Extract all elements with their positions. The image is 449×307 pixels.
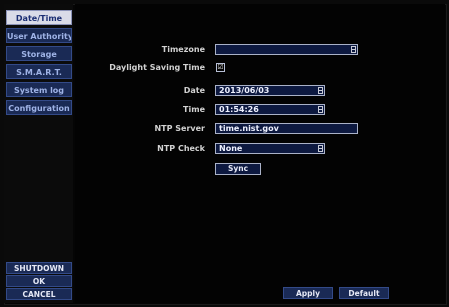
timezone-label: Timezone	[161, 45, 205, 54]
date-field[interactable]: 2013/06/03	[215, 85, 325, 96]
sidebar: Date/Time User Authority Storage S.M.A.R…	[4, 4, 73, 303]
time-field[interactable]: 01:54:26	[215, 104, 325, 115]
time-value: 01:54:26	[219, 105, 259, 114]
ntp-check-value: None	[219, 144, 243, 153]
tab-system-log[interactable]: System log	[6, 82, 72, 97]
tab-storage[interactable]: Storage	[6, 46, 72, 61]
stepper-icon	[318, 87, 323, 94]
dst-checkbox[interactable]: ☑	[216, 63, 225, 72]
ok-button[interactable]: OK	[6, 275, 72, 287]
timezone-select[interactable]	[215, 44, 358, 55]
tab-user-authority[interactable]: User Authority	[6, 28, 72, 43]
dst-label: Daylight Saving Time	[109, 63, 205, 72]
stepper-icon	[318, 106, 323, 113]
tab-smart[interactable]: S.M.A.R.T.	[6, 64, 72, 79]
tab-date-time[interactable]: Date/Time	[6, 10, 72, 25]
time-label: Time	[183, 105, 205, 114]
dropdown-arrow-icon	[318, 145, 323, 152]
date-time-panel: Timezone Daylight Saving Time ☑ Date 201…	[75, 4, 445, 303]
ntp-check-label: NTP Check	[157, 144, 205, 153]
ntp-check-select[interactable]: None	[215, 143, 325, 154]
ntp-server-input[interactable]: time.nist.gov	[215, 123, 358, 134]
apply-button[interactable]: Apply	[283, 287, 333, 299]
dropdown-arrow-icon	[351, 46, 356, 53]
tab-configuration[interactable]: Configuration	[6, 100, 72, 115]
ntp-server-label: NTP Server	[154, 124, 205, 133]
date-value: 2013/06/03	[219, 86, 270, 95]
date-label: Date	[183, 86, 205, 95]
default-button[interactable]: Default	[339, 287, 389, 299]
shutdown-button[interactable]: SHUTDOWN	[6, 262, 72, 274]
ntp-server-value: time.nist.gov	[219, 124, 279, 133]
sync-button[interactable]: Sync	[215, 163, 261, 175]
cancel-button[interactable]: CANCEL	[6, 288, 72, 300]
